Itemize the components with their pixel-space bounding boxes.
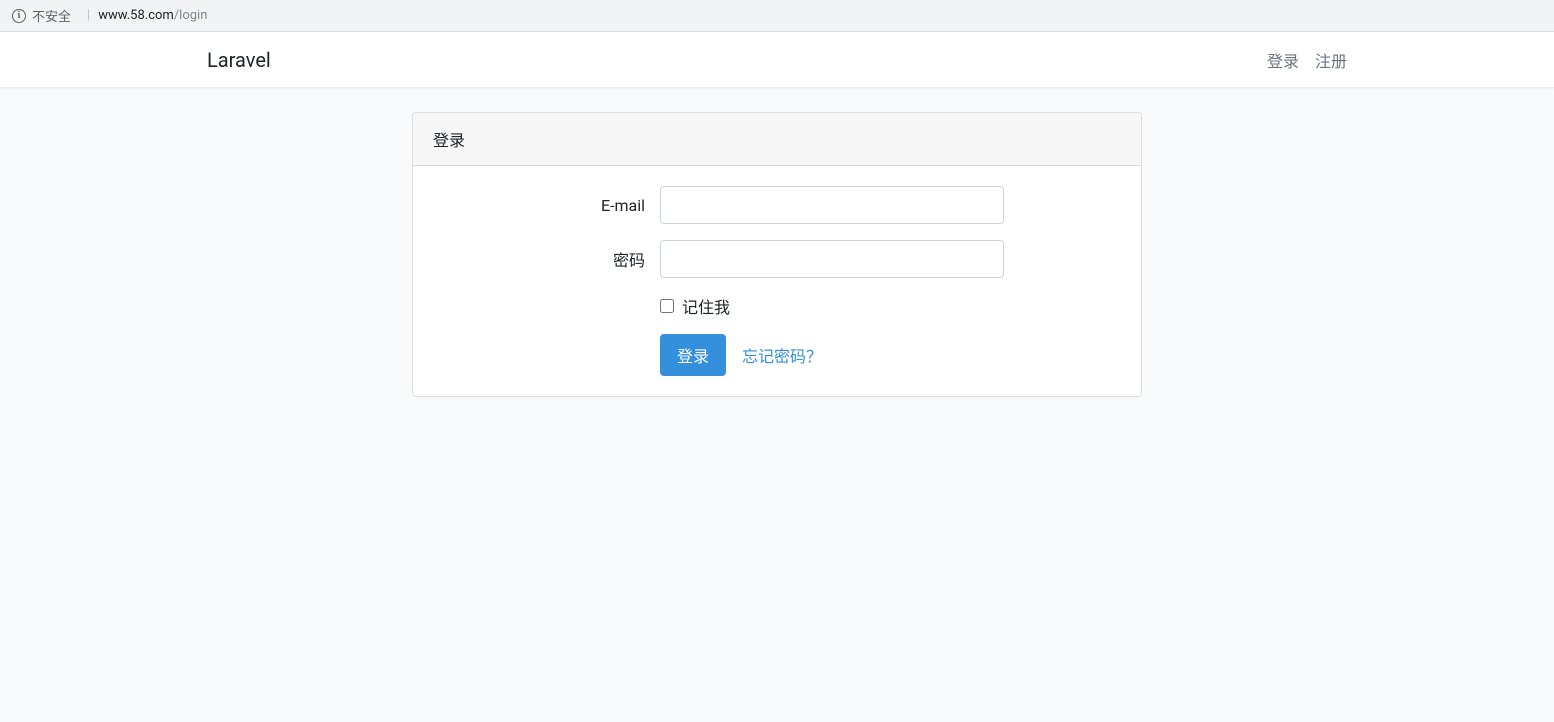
- nav-register-link[interactable]: 注册: [1315, 48, 1347, 72]
- password-field[interactable]: [660, 240, 1004, 278]
- address-divider: |: [87, 8, 90, 23]
- url-text[interactable]: www.58.com/login: [98, 8, 207, 23]
- navbar: Laravel 登录 注册: [0, 32, 1554, 88]
- brand-link[interactable]: Laravel: [207, 48, 271, 72]
- email-field[interactable]: [660, 186, 1004, 224]
- browser-address-bar: i 不安全 | www.58.com/login: [0, 0, 1554, 32]
- login-card: 登录 E-mail 密码 记住我: [412, 112, 1142, 397]
- info-icon: i: [12, 9, 26, 23]
- card-body: E-mail 密码 记住我: [413, 166, 1141, 396]
- security-label: 不安全: [32, 6, 71, 25]
- email-label: E-mail: [433, 196, 660, 215]
- card-header: 登录: [413, 113, 1141, 166]
- forgot-password-link[interactable]: 忘记密码？: [742, 343, 822, 367]
- login-button[interactable]: 登录: [660, 334, 726, 376]
- nav-login-link[interactable]: 登录: [1267, 48, 1299, 72]
- remember-checkbox[interactable]: [660, 299, 674, 313]
- url-domain: www.58.com: [98, 8, 174, 23]
- remember-label: 记住我: [682, 294, 730, 318]
- password-label: 密码: [433, 247, 660, 271]
- url-path: /login: [174, 8, 208, 23]
- nav-links: 登录 注册: [1267, 48, 1347, 72]
